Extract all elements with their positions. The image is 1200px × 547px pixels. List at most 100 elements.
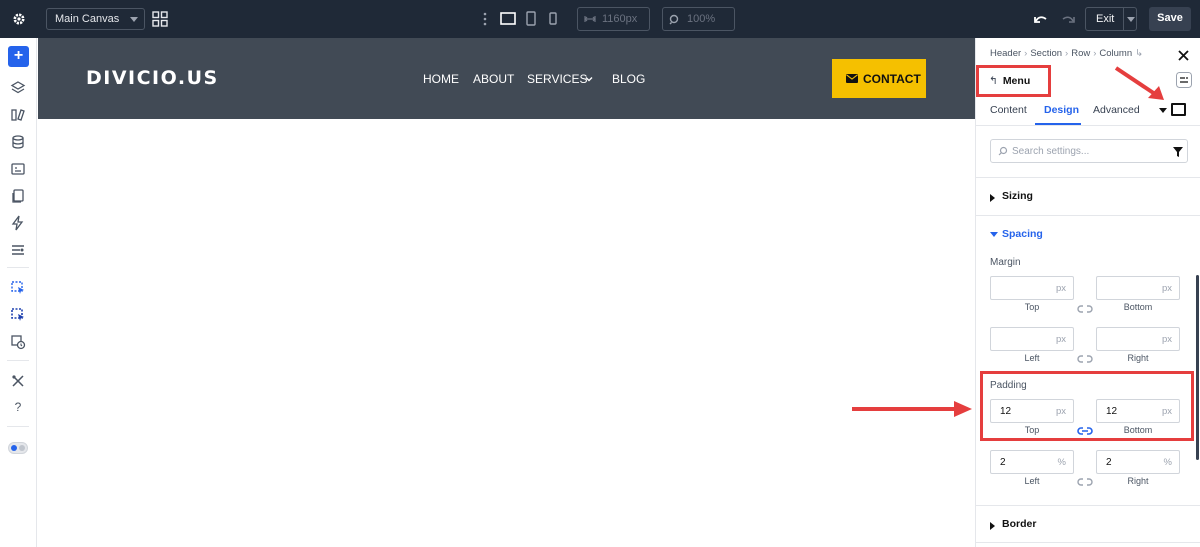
annotation-arrow-icon <box>852 401 972 417</box>
padding-top-value: 12 <box>1000 406 1012 417</box>
builder-app: Main Canvas 1160px 100% Exit Save + ? DI… <box>0 0 1200 547</box>
more-options-icon[interactable] <box>482 11 488 27</box>
contact-label: CONTACT <box>863 72 921 86</box>
phone-view-icon[interactable] <box>548 11 558 27</box>
padding-right-value: 2 <box>1106 457 1112 468</box>
nav-item-services[interactable]: SERVICES <box>527 72 587 86</box>
left-sidebar: + ? <box>0 38 37 547</box>
select-element-icon[interactable] <box>10 280 26 296</box>
list-settings-icon[interactable] <box>10 242 26 258</box>
sidebar-divider <box>7 426 29 427</box>
group-border[interactable]: Border <box>976 505 1200 543</box>
exit-divider <box>1123 8 1124 30</box>
help-icon[interactable]: ? <box>10 400 26 416</box>
chevron-down-icon <box>585 77 593 82</box>
padding-left-label: Left <box>1024 476 1040 486</box>
settings-gear-icon[interactable] <box>0 0 37 38</box>
library-icon[interactable] <box>10 107 26 123</box>
settings-search-input[interactable]: Search settings... <box>990 139 1188 163</box>
return-arrow-icon: ↳ <box>1135 48 1144 59</box>
breadcrumb-row[interactable]: Row <box>1071 48 1090 59</box>
undo-icon[interactable] <box>1033 11 1049 27</box>
envelope-icon <box>846 74 858 83</box>
multi-select-icon[interactable] <box>10 307 26 323</box>
margin-left-label: Left <box>1024 353 1040 363</box>
padding-right-input[interactable]: 2 % <box>1096 450 1180 474</box>
unlinked-chain-icon[interactable] <box>1077 477 1093 487</box>
mode-toggle-icon[interactable] <box>8 440 28 456</box>
padding-left-input[interactable]: 2 % <box>990 450 1074 474</box>
filter-icon[interactable] <box>1173 147 1183 157</box>
group-sizing[interactable]: Sizing <box>976 178 1200 216</box>
zoom-field[interactable]: 100% <box>662 7 735 31</box>
tab-advanced[interactable]: Advanced <box>1093 104 1140 116</box>
site-logo[interactable]: DIVICIO.US <box>86 67 219 89</box>
padding-right-label: Right <box>1127 476 1149 486</box>
margin-right-input[interactable]: px <box>1096 327 1180 351</box>
lightning-icon[interactable] <box>10 215 26 231</box>
tools-icon[interactable] <box>10 373 26 389</box>
padding-bottom-value: 12 <box>1106 406 1118 417</box>
exit-dropdown-chevron-icon[interactable] <box>1127 17 1135 22</box>
nav-item-home[interactable]: HOME <box>423 72 459 86</box>
database-icon[interactable] <box>10 134 26 150</box>
sidebar-divider <box>7 360 29 361</box>
preset-square-icon[interactable] <box>1171 103 1186 116</box>
tablet-view-icon[interactable] <box>525 11 537 27</box>
tab-content[interactable]: Content <box>990 104 1027 116</box>
layers-icon[interactable] <box>10 80 26 96</box>
search-placeholder: Search settings... <box>1012 146 1090 157</box>
canvas-width-field[interactable]: 1160px <box>577 7 650 31</box>
tabs-dropdown-chevron-icon[interactable] <box>1159 108 1167 113</box>
group-border-title: Border <box>1002 518 1037 530</box>
contact-button[interactable]: CONTACT <box>832 59 926 98</box>
nav-item-blog[interactable]: BLOG <box>612 72 645 86</box>
unlinked-chain-icon[interactable] <box>1077 304 1093 314</box>
linked-chain-icon[interactable] <box>1077 426 1093 436</box>
width-arrows-icon <box>584 16 596 22</box>
padding-top-input[interactable]: 12 px <box>990 399 1074 423</box>
margin-bottom-input[interactable]: px <box>1096 276 1180 300</box>
caret-down-icon <box>990 232 998 237</box>
group-spacing-title: Spacing <box>1002 228 1043 240</box>
desktop-view-icon[interactable] <box>500 11 516 27</box>
history-icon[interactable] <box>10 334 26 350</box>
margin-top-unit: px <box>1055 283 1066 294</box>
template-icon[interactable] <box>10 161 26 177</box>
sidebar-divider <box>7 267 29 268</box>
panel-options-icon[interactable] <box>1176 72 1192 88</box>
margin-top-input[interactable]: px <box>990 276 1074 300</box>
add-element-button[interactable]: + <box>8 46 29 67</box>
margin-left-input[interactable]: px <box>990 327 1074 351</box>
settings-search-area: Search settings... <box>976 126 1200 178</box>
panel-scrollbar[interactable] <box>1196 275 1199 460</box>
exit-button[interactable]: Exit <box>1085 7 1137 31</box>
search-icon <box>998 146 1008 156</box>
site-header[interactable]: DIVICIO.US HOME ABOUT SERVICES BLOG CONT… <box>38 38 975 119</box>
zoom-search-icon <box>669 14 679 25</box>
save-button[interactable]: Save <box>1149 7 1191 31</box>
group-spacing[interactable]: Spacing <box>976 216 1200 254</box>
tab-design[interactable]: Design <box>1044 104 1079 116</box>
padding-top-unit: px <box>1055 406 1066 417</box>
canvas-width-value: 1160px <box>602 13 638 25</box>
pages-icon[interactable] <box>10 188 26 204</box>
grid-view-icon[interactable] <box>152 11 168 27</box>
caret-right-icon <box>990 194 995 202</box>
padding-label: Padding <box>990 380 1027 391</box>
top-toolbar: Main Canvas 1160px 100% Exit Save <box>0 0 1200 38</box>
padding-bottom-unit: px <box>1161 406 1172 417</box>
breadcrumb-header[interactable]: Header <box>990 48 1021 59</box>
redo-icon[interactable] <box>1060 11 1076 27</box>
padding-bottom-label: Bottom <box>1123 425 1153 435</box>
unlinked-chain-icon[interactable] <box>1077 354 1093 364</box>
annotation-highlight-box <box>976 65 1051 97</box>
canvas-select[interactable]: Main Canvas <box>46 8 145 30</box>
close-icon[interactable] <box>1178 50 1189 61</box>
padding-bottom-input[interactable]: 12 px <box>1096 399 1180 423</box>
breadcrumb-column[interactable]: Column <box>1099 48 1132 59</box>
nav-item-about[interactable]: ABOUT <box>473 72 514 86</box>
padding-left-unit: % <box>1057 457 1066 468</box>
breadcrumb-section[interactable]: Section <box>1030 48 1062 59</box>
active-tab-indicator <box>1035 123 1081 125</box>
